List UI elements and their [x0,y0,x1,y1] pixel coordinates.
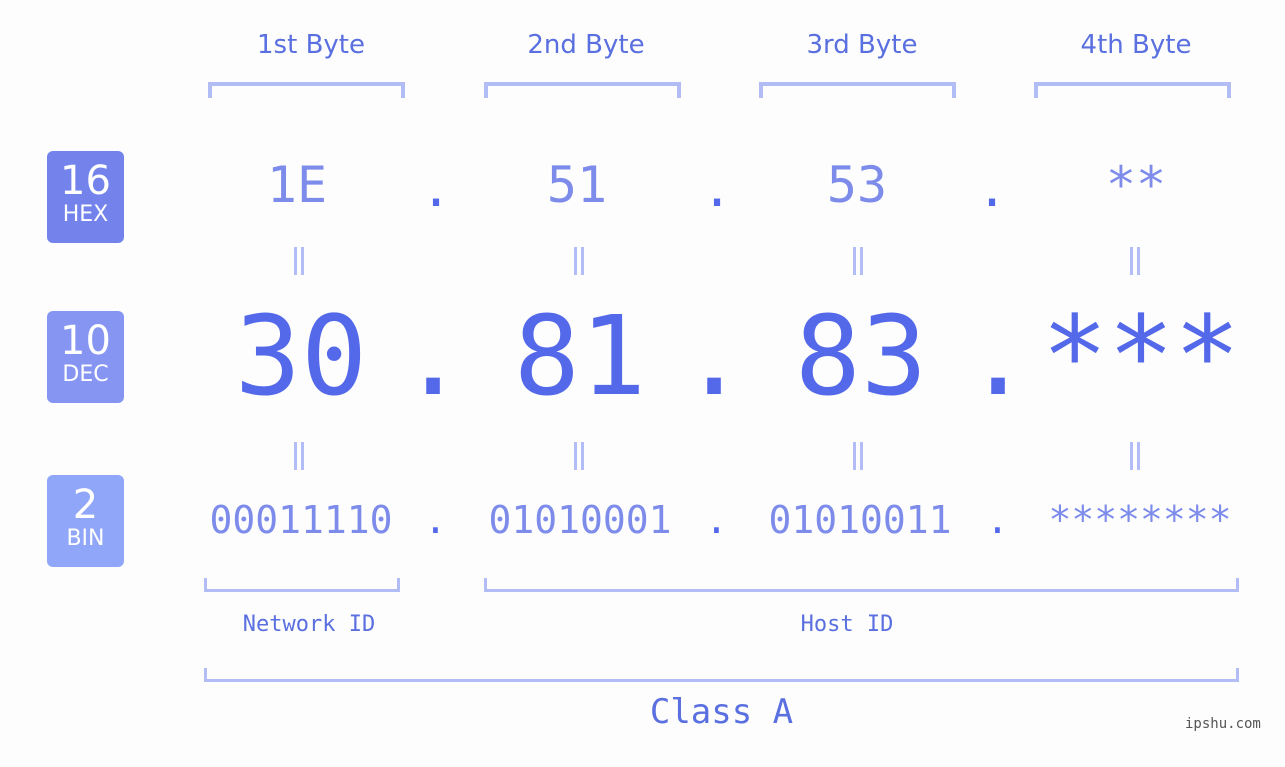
host-id-bracket [484,578,1239,592]
equals-icon [851,442,865,470]
hex-byte-4: ** [1105,156,1167,214]
bin-separator: . [986,498,1009,542]
equals-icon [572,247,586,275]
bin-badge-number: 2 [72,482,99,528]
equals-icon [572,442,586,470]
hex-byte-1: 1E [266,156,328,214]
dec-badge: 10 DEC [47,311,124,403]
bin-badge-label: BIN [66,526,105,551]
byte-header-2: 2nd Byte [527,30,645,60]
byte-header-3: 3rd Byte [806,30,918,60]
equals-icon [292,442,306,470]
hex-badge: 16 HEX [47,151,124,243]
dec-byte-4: *** [1041,292,1241,420]
byte-2-bracket [484,82,681,98]
hex-badge-number: 16 [60,158,111,204]
equals-icon [1128,247,1142,275]
class-bracket [204,668,1239,682]
byte-1-bracket [208,82,405,98]
hex-byte-2: 51 [546,156,608,214]
hex-separator: . [421,160,452,218]
watermark: ipshu.com [1185,716,1261,732]
hex-separator: . [977,160,1008,218]
byte-header-1: 1st Byte [257,30,365,60]
class-label: Class A [649,692,794,732]
bin-separator: . [705,498,728,542]
bin-byte-1: 00011110 [209,498,393,542]
bin-badge: 2 BIN [47,475,124,567]
dec-separator: . [965,292,1032,420]
dec-badge-label: DEC [62,362,109,387]
bin-separator: . [424,498,447,542]
dec-byte-3: 83 [794,292,928,420]
equals-icon [851,247,865,275]
byte-4-bracket [1034,82,1231,98]
dec-separator: . [400,292,467,420]
dec-separator: . [681,292,748,420]
bin-byte-3: 01010011 [768,498,952,542]
equals-icon [292,247,306,275]
hex-badge-label: HEX [62,202,109,227]
dec-byte-2: 81 [513,292,647,420]
byte-3-bracket [759,82,956,98]
network-id-label: Network ID [242,612,376,637]
dec-badge-number: 10 [60,318,111,364]
equals-icon [1128,442,1142,470]
host-id-label: Host ID [800,612,894,637]
byte-header-4: 4th Byte [1080,30,1192,60]
hex-separator: . [702,160,733,218]
network-id-bracket [204,578,400,592]
hex-byte-3: 53 [826,156,888,214]
bin-byte-4: ******** [1048,498,1232,542]
bin-byte-2: 01010001 [488,498,672,542]
dec-byte-1: 30 [234,292,368,420]
